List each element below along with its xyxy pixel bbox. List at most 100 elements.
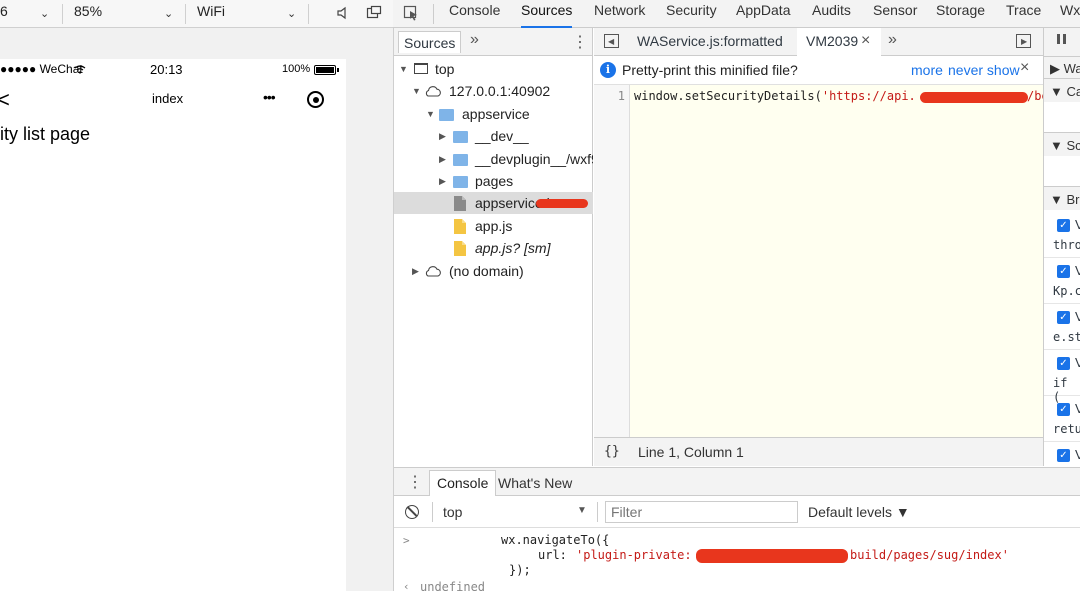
tree-item-host[interactable]: ▼ 127.0.0.1:40902 [394, 80, 593, 102]
tab-wx[interactable]: Wx [1060, 0, 1080, 28]
code-string: 'https://api. [821, 89, 916, 103]
tab-audits[interactable]: Audits [812, 0, 851, 28]
line-gutter: 1 [594, 85, 630, 437]
section-scope[interactable]: ▼ Sc [1044, 132, 1080, 156]
more-link[interactable]: more [911, 62, 943, 78]
vertical-dots-icon[interactable]: ⋮ [572, 32, 588, 52]
close-capsule-icon[interactable] [307, 91, 324, 108]
cursor-position: Line 1, Column 1 [638, 444, 744, 460]
navigator-tab-sources[interactable]: Sources [398, 31, 462, 53]
breakpoint-label: V [1075, 309, 1080, 324]
breakpoint-item[interactable]: ✓ V e.st [1044, 306, 1080, 350]
checkbox-checked-icon[interactable]: ✓ [1057, 449, 1070, 462]
wifi-icon [74, 65, 86, 74]
expanded-triangle-icon: ▼ [399, 64, 408, 74]
tree-item-dev[interactable]: ▶ __dev__ [394, 125, 593, 147]
editor-footer: {} Line 1, Column 1 [594, 437, 1043, 466]
breakpoint-item[interactable]: ✓ V [1044, 444, 1080, 466]
folder-icon [453, 176, 468, 188]
more-icon[interactable]: ••• [263, 89, 276, 105]
breakpoint-item[interactable]: ✓ V thro [1044, 214, 1080, 258]
vertical-dots-icon[interactable]: ⋮ [407, 472, 423, 492]
checkbox-checked-icon[interactable]: ✓ [1057, 219, 1070, 232]
more-tabs-icon[interactable]: » [470, 31, 479, 49]
tab-security[interactable]: Security [666, 0, 717, 28]
breakpoint-item[interactable]: ✓ V retu [1044, 398, 1080, 442]
folder-icon [453, 131, 468, 143]
editor-tab-vm2039[interactable]: VM2039 × [797, 28, 881, 56]
folder-icon [439, 109, 454, 121]
tab-appdata[interactable]: AppData [736, 0, 790, 28]
chevron-down-icon[interactable]: ⌄ [164, 7, 173, 20]
drawer-tab-whats-new[interactable]: What's New [498, 475, 572, 491]
chevron-down-icon[interactable]: ⌄ [40, 7, 49, 20]
tree-item-app-js-sourcemap[interactable]: app.js? [sm] [394, 237, 593, 259]
window-icon[interactable] [366, 5, 382, 21]
breakpoint-item[interactable]: ✓ V if ( [1044, 352, 1080, 404]
devtools-main-tabs: Console Sources Network Security AppData… [393, 0, 1080, 28]
device-select[interactable]: 6 [0, 0, 8, 28]
breakpoint-item[interactable]: ✓ V Kp.c [1044, 260, 1080, 304]
code-editor[interactable] [594, 85, 1043, 437]
clear-console-icon[interactable] [405, 505, 419, 519]
call-stack-body [1044, 102, 1080, 132]
redaction-mark [920, 92, 1028, 103]
section-watch[interactable]: ▶ Wa [1044, 56, 1080, 78]
tree-item-appservice-file[interactable]: appservice.h [394, 192, 593, 214]
simulator-toolbar: 6 ⌄ 85% ⌄ WiFi ⌄ [0, 0, 393, 28]
inspect-icon[interactable] [403, 5, 419, 21]
tab-sources[interactable]: Sources [521, 0, 573, 28]
frame-icon [414, 63, 428, 74]
console-filter-input[interactable] [605, 501, 798, 523]
pretty-print-button[interactable]: {} [604, 444, 620, 459]
divider [62, 4, 63, 24]
tree-item-devplugin[interactable]: ▶ __devplugin__/wxf9 [394, 148, 593, 170]
tree-item-appservice[interactable]: ▼ appservice [394, 103, 593, 125]
phone-navbar: < index ••• [0, 81, 346, 119]
tab-trace[interactable]: Trace [1006, 0, 1041, 28]
more-tabs-icon[interactable]: » [888, 31, 897, 49]
tree-item-pages[interactable]: ▶ pages [394, 170, 593, 192]
file-icon [454, 196, 466, 211]
checkbox-checked-icon[interactable]: ✓ [1057, 357, 1070, 370]
phone-status-bar: ●●●●● WeChat 20:13 100% [0, 59, 346, 81]
close-icon[interactable]: × [1020, 59, 1029, 77]
drawer-tab-console[interactable]: Console [429, 470, 497, 496]
editor-tab-waservice[interactable]: WAService.js:formatted [637, 33, 783, 49]
breakpoint-code: Kp.c [1053, 284, 1080, 298]
breakpoint-label: V [1075, 217, 1080, 232]
tree-item-no-domain[interactable]: ▶ (no domain) [394, 260, 593, 282]
tab-network[interactable]: Network [594, 0, 645, 28]
zoom-select[interactable]: 85% [74, 0, 102, 28]
back-icon[interactable]: < [0, 87, 10, 113]
console-line: url: [538, 548, 567, 562]
breakpoint-code: thro [1053, 238, 1080, 252]
never-show-link[interactable]: never show [948, 62, 1020, 78]
toggle-navigator-icon[interactable]: ◀ [604, 34, 619, 48]
checkbox-checked-icon[interactable]: ✓ [1057, 403, 1070, 416]
section-breakpoints[interactable]: ▼ Bre [1044, 186, 1080, 210]
code-call: window.setSecurityDetails( [634, 89, 822, 103]
tab-sensor[interactable]: Sensor [873, 0, 917, 28]
close-icon[interactable]: × [861, 32, 870, 50]
dropdown-triangle-icon[interactable]: ▼ [577, 505, 587, 516]
section-call-stack[interactable]: ▼ Ca [1044, 78, 1080, 102]
pause-icon[interactable] [1057, 34, 1060, 44]
context-select[interactable]: top [443, 504, 462, 520]
folder-icon [453, 154, 468, 166]
checkbox-checked-icon[interactable]: ✓ [1057, 265, 1070, 278]
network-select[interactable]: WiFi [197, 0, 225, 28]
log-levels-select[interactable]: Default levels ▼ [808, 504, 910, 520]
tree-label: app.js? [sm] [475, 240, 551, 256]
tree-label: top [435, 61, 455, 77]
js-file-icon [454, 241, 466, 256]
toggle-debugger-icon[interactable]: ▶ [1016, 34, 1031, 48]
speaker-icon[interactable] [336, 5, 350, 21]
tree-item-app-js[interactable]: app.js [394, 215, 593, 237]
checkbox-checked-icon[interactable]: ✓ [1057, 311, 1070, 324]
collapsed-triangle-icon: ▶ [439, 131, 446, 141]
tree-item-top[interactable]: ▼ top [394, 58, 593, 80]
chevron-down-icon[interactable]: ⌄ [287, 7, 296, 20]
tab-console[interactable]: Console [449, 0, 500, 28]
tab-storage[interactable]: Storage [936, 0, 985, 28]
